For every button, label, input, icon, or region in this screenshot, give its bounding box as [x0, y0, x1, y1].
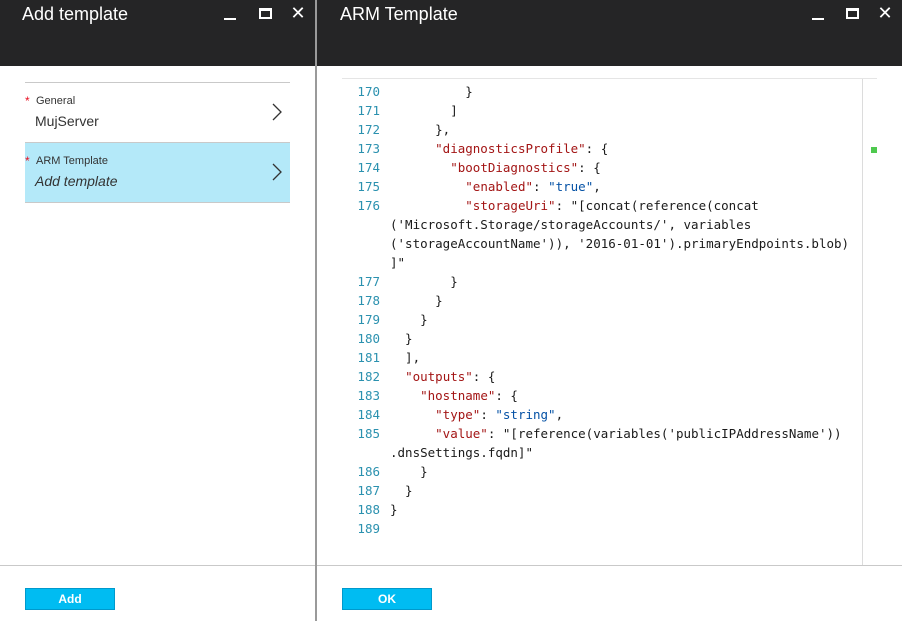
code-text: "value": "[reference(variables('publicIP… [435, 426, 842, 441]
code-text: "hostname": { [420, 388, 518, 403]
code-text: } [390, 84, 473, 99]
blade-header: Add template ✕ [0, 0, 315, 66]
line-number: 184 [357, 407, 380, 422]
line-number: 187 [357, 483, 380, 498]
code-line: ('Microsoft.Storage/storageAccounts/', v… [342, 215, 862, 234]
required-marker: * [25, 94, 30, 108]
line-number: 171 [357, 103, 380, 118]
code-text: ('Microsoft.Storage/storageAccounts/', v… [390, 217, 752, 232]
blade-title: ARM Template [340, 4, 458, 24]
line-number: 182 [357, 369, 380, 384]
maximize-icon[interactable] [841, 2, 863, 24]
code-line: 179 } [342, 310, 862, 329]
chevron-right-icon [272, 163, 282, 181]
code-text: "diagnosticsProfile": { [435, 141, 609, 156]
vertical-scrollbar[interactable] [862, 79, 877, 592]
step-label: General [36, 95, 76, 107]
code-line: 173 "diagnosticsProfile": { [342, 139, 862, 158]
line-number: 176 [357, 198, 380, 213]
code-text: .dnsSettings.fqdn]" [390, 445, 533, 460]
code-text: ], [390, 350, 421, 365]
code-line: 174 "bootDiagnostics": { [342, 158, 862, 177]
line-number: 177 [357, 274, 380, 289]
step-label: ARM Template [36, 155, 108, 167]
minimize-icon[interactable] [219, 2, 241, 24]
code-line: 176 "storageUri": "[concat(reference(con… [342, 196, 862, 215]
wizard-steps: * General MujServer * ARM Template Add t… [25, 82, 290, 203]
code-text: "storageUri": "[concat(reference(concat [465, 198, 759, 213]
chevron-right-icon [272, 103, 282, 121]
code-line: 182 "outputs": { [342, 367, 862, 386]
required-marker: * [25, 154, 30, 168]
step-arm-template[interactable]: * ARM Template Add template [25, 143, 290, 203]
code-line: 184 "type": "string", [342, 405, 862, 424]
step-value: Add template [35, 173, 118, 189]
line-number: 188 [357, 502, 380, 517]
step-general[interactable]: * General MujServer [25, 83, 290, 143]
line-number: 185 [357, 426, 380, 441]
add-template-blade: Add template ✕ * General MujServer * ARM… [0, 0, 315, 621]
code-text: } [390, 312, 428, 327]
code-text: ]" [390, 255, 406, 270]
code-line: 186 } [342, 462, 862, 481]
code-text: }, [390, 122, 451, 137]
code-text: } [390, 293, 443, 308]
code-text: "outputs": { [405, 369, 496, 384]
code-text: } [390, 502, 398, 517]
code-text: ] [390, 103, 458, 118]
line-number: 170 [357, 84, 380, 99]
code-line: ]" [342, 253, 862, 272]
blade-title: Add template [22, 4, 129, 24]
line-number: 181 [357, 350, 380, 365]
code-line: 170 } [342, 82, 862, 101]
add-button[interactable]: Add [25, 588, 115, 610]
line-number: 183 [357, 388, 380, 403]
line-number: 179 [357, 312, 380, 327]
code-line: 185 "value": "[reference(variables('publ… [342, 424, 862, 443]
code-line: 187 } [342, 481, 862, 500]
arm-template-blade: ARM Template ✕ 170 } 171 ] 172 }, 173 "diag… [317, 0, 902, 621]
code-text: } [390, 483, 413, 498]
code-text: } [390, 464, 428, 479]
line-number: 180 [357, 331, 380, 346]
code-text: } [390, 331, 413, 346]
maximize-icon[interactable] [254, 2, 276, 24]
code-line: 181 ], [342, 348, 862, 367]
editor-top-border [342, 78, 877, 79]
ok-button[interactable]: OK [342, 588, 432, 610]
code-text: "bootDiagnostics": { [450, 160, 601, 175]
code-line: .dnsSettings.fqdn]" [342, 443, 862, 462]
line-number: 173 [357, 141, 380, 156]
code-line: 188} [342, 500, 862, 519]
code-line: 172 }, [342, 120, 862, 139]
code-line: 171 ] [342, 101, 862, 120]
line-number: 178 [357, 293, 380, 308]
code-editor[interactable]: 170 } 171 ] 172 }, 173 "diagnosticsProfile"… [342, 78, 877, 607]
overview-ruler-marker [871, 147, 877, 153]
line-number: 186 [357, 464, 380, 479]
step-value: MujServer [35, 113, 99, 129]
code-text: } [390, 274, 458, 289]
code-line: 175 "enabled": "true", [342, 177, 862, 196]
code-line: 183 "hostname": { [342, 386, 862, 405]
line-number: 174 [357, 160, 380, 175]
code-line: 189 [342, 519, 862, 538]
code-text: ('storageAccountName')), '2016-01-01').p… [390, 236, 850, 251]
minimize-icon[interactable] [807, 2, 829, 24]
blade-footer: Add [0, 565, 315, 621]
line-number: 175 [357, 179, 380, 194]
code-text: "enabled": "true", [465, 179, 601, 194]
code-line: 180 } [342, 329, 862, 348]
blade-header: ARM Template ✕ [317, 0, 902, 66]
code-line: 177 } [342, 272, 862, 291]
close-icon[interactable]: ✕ [874, 2, 896, 24]
line-number: 172 [357, 122, 380, 137]
blade-footer: OK [317, 565, 902, 621]
code-text: "type": "string", [435, 407, 564, 422]
line-number: 189 [357, 521, 380, 536]
code-line: 178 } [342, 291, 862, 310]
code-line: ('storageAccountName')), '2016-01-01').p… [342, 234, 862, 253]
close-icon[interactable]: ✕ [287, 2, 309, 24]
